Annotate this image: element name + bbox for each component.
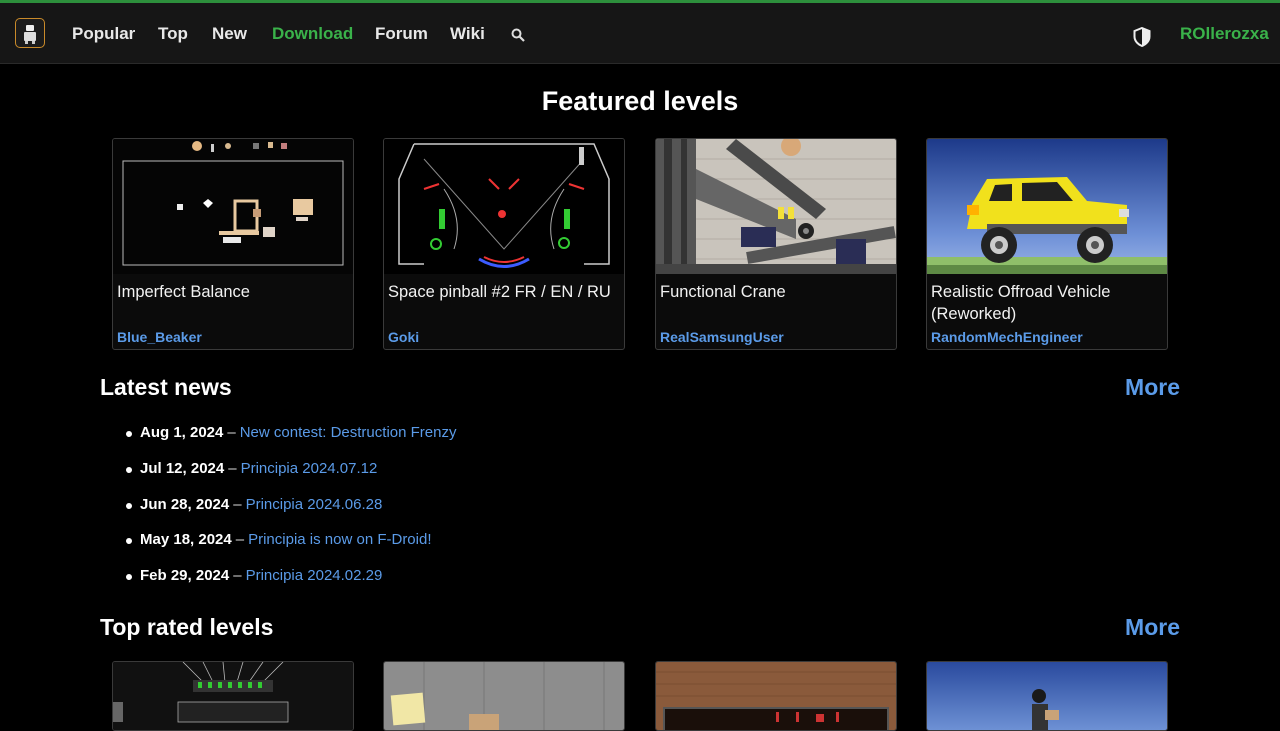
news-link[interactable]: Principia is now on F-Droid!: [248, 531, 431, 548]
news-link[interactable]: Principia 2024.07.12: [241, 460, 378, 477]
nav-wiki[interactable]: Wiki: [450, 24, 485, 44]
bullet-icon: [126, 431, 132, 437]
news-date: Feb 29, 2024: [140, 567, 230, 584]
nav-popular[interactable]: Popular: [72, 24, 135, 44]
news-separator: –: [235, 531, 245, 549]
level-title[interactable]: Imperfect Balance: [117, 281, 349, 303]
news-item: Feb 29, 2024– Principia 2024.02.29: [124, 567, 456, 603]
level-thumbnail[interactable]: [656, 139, 896, 274]
bullet-icon: [126, 574, 132, 580]
news-item: May 18, 2024– Principia is now on F-Droid…: [124, 531, 456, 567]
latest-news-heading: Latest news: [100, 374, 232, 400]
featured-level-card[interactable]: Space pinball #2 FR / EN / RU Goki: [383, 138, 625, 350]
featured-level-card[interactable]: Realistic Offroad Vehicle (Reworked) Ran…: [926, 138, 1168, 350]
top-rated-level-card[interactable]: [383, 661, 625, 731]
bullet-icon: [126, 502, 132, 509]
level-thumbnail[interactable]: [113, 662, 353, 731]
level-thumbnail[interactable]: [113, 139, 353, 274]
search-icon[interactable]: [511, 28, 525, 42]
news-separator: –: [227, 424, 236, 441]
news-date: Jun 28, 2024: [140, 495, 230, 513]
top-navbar: Popular Top New Download Forum Wiki ROll…: [0, 0, 1280, 64]
top-rated-level-card[interactable]: [926, 661, 1168, 731]
level-thumbnail[interactable]: [927, 662, 1167, 731]
bullet-icon: [126, 538, 132, 545]
level-author[interactable]: RandomMechEngineer: [931, 329, 1083, 345]
top-rated-level-card[interactable]: [655, 661, 897, 731]
level-author[interactable]: RealSamsungUser: [660, 329, 784, 345]
level-thumbnail[interactable]: [384, 139, 624, 274]
news-separator: –: [233, 495, 242, 513]
news-date: Aug 1, 2024: [140, 424, 224, 441]
principia-logo[interactable]: [15, 18, 45, 48]
news-separator: –: [233, 567, 242, 584]
news-link[interactable]: Principia 2024.02.29: [246, 567, 383, 584]
top-rated-level-card[interactable]: [112, 661, 354, 731]
level-author[interactable]: Goki: [388, 329, 419, 345]
news-link[interactable]: New contest: Destruction Frenzy: [240, 424, 457, 441]
news-separator: –: [228, 459, 237, 477]
user-profile-link[interactable]: ROllerozxa: [1180, 24, 1269, 44]
shield-half-icon[interactable]: [1133, 27, 1151, 47]
nav-top[interactable]: Top: [158, 24, 188, 44]
level-thumbnail[interactable]: [384, 662, 624, 731]
nav-forum[interactable]: Forum: [375, 24, 428, 44]
level-title[interactable]: Functional Crane: [660, 281, 892, 303]
bullet-icon: [126, 466, 132, 473]
top-rated-heading: Top rated levels: [100, 614, 274, 640]
news-more-link[interactable]: More: [1125, 374, 1180, 401]
news-date: Jul 12, 2024: [140, 459, 225, 477]
news-list: Aug 1, 2024– New contest: Destruction Fre…: [124, 424, 456, 603]
nav-new[interactable]: New: [212, 24, 247, 44]
news-item: Aug 1, 2024– New contest: Destruction Fre…: [124, 424, 456, 460]
featured-levels-heading: Featured levels: [541, 86, 739, 116]
level-thumbnail[interactable]: [927, 139, 1167, 274]
level-author[interactable]: Blue_Beaker: [117, 329, 202, 345]
news-date: May 18, 2024: [140, 531, 232, 549]
nav-download[interactable]: Download: [272, 24, 353, 44]
featured-level-card[interactable]: Functional Crane RealSamsungUser: [655, 138, 897, 350]
news-link[interactable]: Principia 2024.06.28: [246, 496, 383, 513]
level-title[interactable]: Realistic Offroad Vehicle (Reworked): [931, 281, 1163, 325]
top-rated-more-link[interactable]: More: [1125, 614, 1180, 641]
level-thumbnail[interactable]: [656, 662, 896, 731]
level-title[interactable]: Space pinball #2 FR / EN / RU: [388, 281, 620, 303]
news-item: Jun 28, 2024– Principia 2024.06.28: [124, 496, 456, 532]
news-item: Jul 12, 2024– Principia 2024.07.12: [124, 460, 456, 496]
featured-level-card[interactable]: Imperfect Balance Blue_Beaker: [112, 138, 354, 350]
